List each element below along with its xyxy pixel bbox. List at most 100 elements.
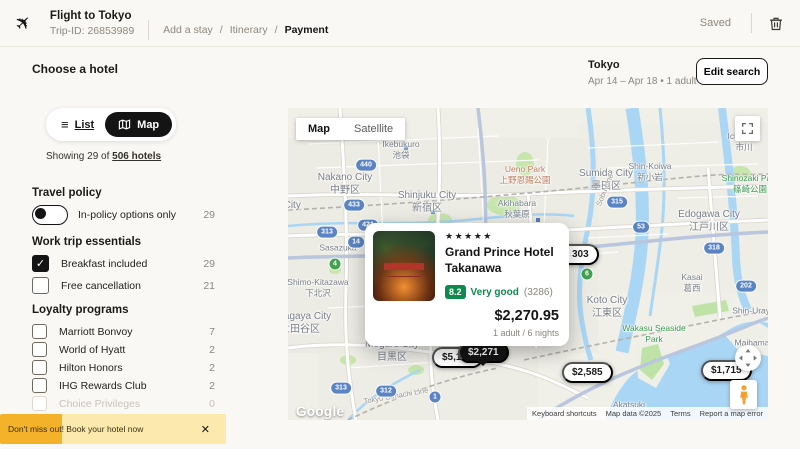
list-view-button[interactable]: ≡ List (50, 113, 105, 136)
page: { "header": { "title": "Flight to Tokyo"… (0, 0, 800, 449)
marriott-count: 7 (209, 326, 215, 338)
trip-title-block: Flight to Tokyo Trip-ID: 26853989 (50, 8, 134, 39)
list-icon: ≡ (61, 118, 69, 131)
breadcrumb-itinerary[interactable]: Itinerary (230, 24, 268, 36)
filter-row-breakfast: ✓ Breakfast included 29 (32, 255, 215, 272)
delete-trip-button[interactable] (766, 13, 786, 34)
pan-arrows-icon (735, 345, 761, 371)
fullscreen-icon (741, 122, 754, 135)
results-count-link[interactable]: 506 hotels (112, 151, 161, 162)
loyalty-heading: Loyalty programs (32, 304, 129, 316)
filter-row-free-cancellation: Free cancellation 21 (32, 277, 215, 294)
toggle-knob (35, 208, 46, 219)
trip-title: Flight to Tokyo (50, 8, 134, 24)
hilton-label: Hilton Honors (59, 362, 209, 374)
marriott-label: Marriott Bonvoy (59, 326, 209, 338)
breakfast-label: Breakfast included (61, 258, 203, 270)
toast-message: Don't miss out! Book your hotel now (8, 424, 195, 434)
trip-id: Trip-ID: 26853989 (50, 24, 134, 39)
edit-search-button[interactable]: Edit search (696, 58, 768, 85)
map-type-map-button[interactable]: Map (296, 118, 342, 140)
breadcrumb-separator: / (220, 24, 223, 36)
hilton-checkbox[interactable] (32, 360, 47, 375)
ihg-label: IHG Rewards Club (59, 380, 209, 392)
travel-policy-heading: Travel policy (32, 187, 102, 199)
in-policy-toggle[interactable] (32, 205, 68, 225)
breadcrumb-separator: / (275, 24, 278, 36)
hyatt-count: 2 (209, 344, 215, 356)
results-summary: Showing 29 of 506 hotels (46, 151, 161, 162)
free-cancellation-checkbox[interactable] (32, 277, 49, 294)
ihg-count: 2 (209, 380, 215, 392)
breakfast-count: 29 (203, 258, 215, 270)
ihg-checkbox[interactable] (32, 378, 47, 393)
fullscreen-button[interactable] (735, 116, 760, 141)
hyatt-label: World of Hyatt (59, 344, 209, 356)
choice-label: Choice Privileges (59, 398, 209, 410)
header-divider (148, 20, 149, 40)
hotel-rating-row: 8.2 Very good (3286) (445, 285, 561, 299)
breadcrumb-add-a-stay[interactable]: Add a stay (163, 24, 213, 36)
hotel-price: $2,270.95 (494, 308, 559, 324)
review-count: (3286) (524, 287, 553, 298)
essentials-heading: Work trip essentials (32, 236, 141, 248)
star-rating: ★★★★★ (445, 231, 561, 242)
saved-button[interactable]: Saved (694, 16, 737, 30)
header-actions: Saved (694, 13, 786, 34)
pegman-icon (738, 384, 750, 406)
trash-icon (768, 15, 784, 32)
filter-row-ihg: IHG Rewards Club 2 (32, 378, 215, 393)
breadcrumb-payment[interactable]: Payment (285, 24, 329, 36)
in-policy-filter-row: In-policy options only 29 (32, 205, 215, 225)
free-cancellation-label: Free cancellation (61, 280, 203, 292)
view-toggle: ≡ List Map (46, 108, 176, 141)
map-view-label: Map (137, 119, 159, 131)
rating-badge: 8.2 (445, 285, 466, 299)
filter-row-choice: Choice Privileges 0 (32, 396, 215, 411)
rating-label: Very good (471, 287, 519, 298)
page-title: Choose a hotel (32, 62, 118, 76)
hotel-photo (373, 231, 435, 301)
reminder-toast: Don't miss out! Book your hotel now ✕ (0, 414, 226, 444)
report-error-link[interactable]: Report a map error (700, 409, 763, 418)
map-data-label: Map data ©2025 (606, 409, 662, 418)
results-prefix: Showing 29 of (46, 151, 109, 162)
breadcrumb: Add a stay / Itinerary / Payment (163, 24, 328, 36)
marriott-checkbox[interactable] (32, 324, 47, 339)
choice-checkbox[interactable] (32, 396, 47, 411)
pan-control[interactable] (735, 345, 761, 371)
search-summary: Tokyo Apr 14 – Apr 18 • 1 adult (588, 57, 697, 89)
hotel-card[interactable]: ★★★★★ Grand Prince Hotel Takanawa 8.2 Ve… (365, 223, 569, 346)
destination: Tokyo (588, 57, 697, 74)
map-icon (118, 118, 131, 131)
terms-link[interactable]: Terms (670, 409, 690, 418)
map-view-button[interactable]: Map (105, 112, 172, 137)
in-policy-count: 29 (203, 209, 215, 221)
hotel-card-body: ★★★★★ Grand Prince Hotel Takanawa 8.2 Ve… (445, 231, 561, 299)
in-policy-label: In-policy options only (78, 209, 203, 221)
google-logo: Google (296, 404, 344, 419)
map-type-satellite-button[interactable]: Satellite (342, 118, 405, 140)
filter-row-marriott: Marriott Bonvoy 7 (32, 324, 215, 339)
date-summary: Apr 14 – Apr 18 • 1 adult (588, 74, 697, 89)
hyatt-checkbox[interactable] (32, 342, 47, 357)
toast-close-button[interactable]: ✕ (195, 422, 216, 437)
filter-row-hilton: Hilton Honors 2 (32, 360, 215, 375)
price-marker[interactable]: $2,585 (562, 362, 613, 383)
list-view-label: List (75, 119, 95, 131)
hotel-stay-summary: 1 adult / 6 nights (493, 328, 559, 338)
map-panel: Ikebukuro池袋 Nakano City中野区 Shinjuku City… (288, 108, 768, 420)
airplane-icon: ✈ (10, 9, 38, 37)
breakfast-checkbox[interactable]: ✓ (32, 255, 49, 272)
app-header: ✈ Flight to Tokyo Trip-ID: 26853989 Add … (0, 0, 800, 47)
street-view-pegman[interactable] (730, 380, 757, 409)
hotel-name: Grand Prince Hotel Takanawa (445, 245, 561, 276)
free-cancellation-count: 21 (203, 280, 215, 292)
hotel-photo-detail (384, 263, 424, 270)
keyboard-shortcuts-link[interactable]: Keyboard shortcuts (532, 409, 597, 418)
hilton-count: 2 (209, 362, 215, 374)
map-type-control: Map Satellite (296, 118, 405, 140)
choice-count: 0 (209, 398, 215, 410)
filter-row-hyatt: World of Hyatt 2 (32, 342, 215, 357)
header-divider (751, 13, 752, 33)
